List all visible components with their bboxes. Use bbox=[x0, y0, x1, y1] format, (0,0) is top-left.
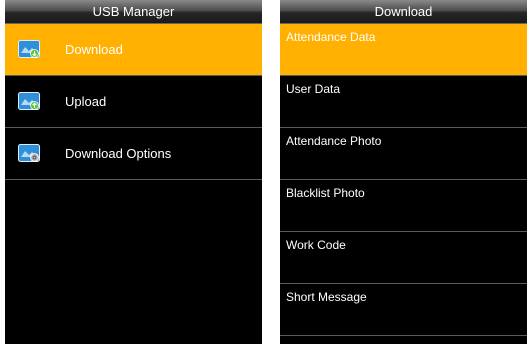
usb-manager-title: USB Manager bbox=[5, 0, 262, 24]
list-item-user-data[interactable]: User Data bbox=[280, 76, 527, 128]
menu-item-download[interactable]: Download bbox=[5, 24, 262, 76]
list-item-label: User Data bbox=[286, 82, 341, 96]
list-item-blacklist-photo[interactable]: Blacklist Photo bbox=[280, 180, 527, 232]
download-screen: Download Attendance Data User Data Atten… bbox=[280, 0, 527, 344]
list-item-attendance-data[interactable]: Attendance Data bbox=[280, 24, 527, 76]
list-item-label: Work Code bbox=[286, 238, 346, 252]
list-item-short-message[interactable]: Short Message bbox=[280, 284, 527, 336]
menu-item-label: Upload bbox=[65, 94, 107, 109]
list-item-label: Attendance Photo bbox=[286, 134, 382, 148]
list-item-label: Blacklist Photo bbox=[286, 186, 365, 200]
download-icon bbox=[18, 40, 40, 58]
list-item-label: Short Message bbox=[286, 290, 367, 304]
menu-item-upload[interactable]: Upload bbox=[5, 76, 262, 128]
menu-item-label: Download bbox=[65, 42, 123, 57]
list-item-attendance-photo[interactable]: Attendance Photo bbox=[280, 128, 527, 180]
usb-manager-screen: USB Manager Download Upload Download Opt… bbox=[5, 0, 262, 344]
menu-item-label: Download Options bbox=[65, 146, 172, 161]
menu-item-download-options[interactable]: Download Options bbox=[5, 128, 262, 180]
upload-icon bbox=[18, 92, 40, 110]
download-title: Download bbox=[280, 0, 527, 24]
list-item-label: Attendance Data bbox=[286, 30, 376, 44]
download-options-icon bbox=[18, 144, 40, 162]
list-item-work-code[interactable]: Work Code bbox=[280, 232, 527, 284]
